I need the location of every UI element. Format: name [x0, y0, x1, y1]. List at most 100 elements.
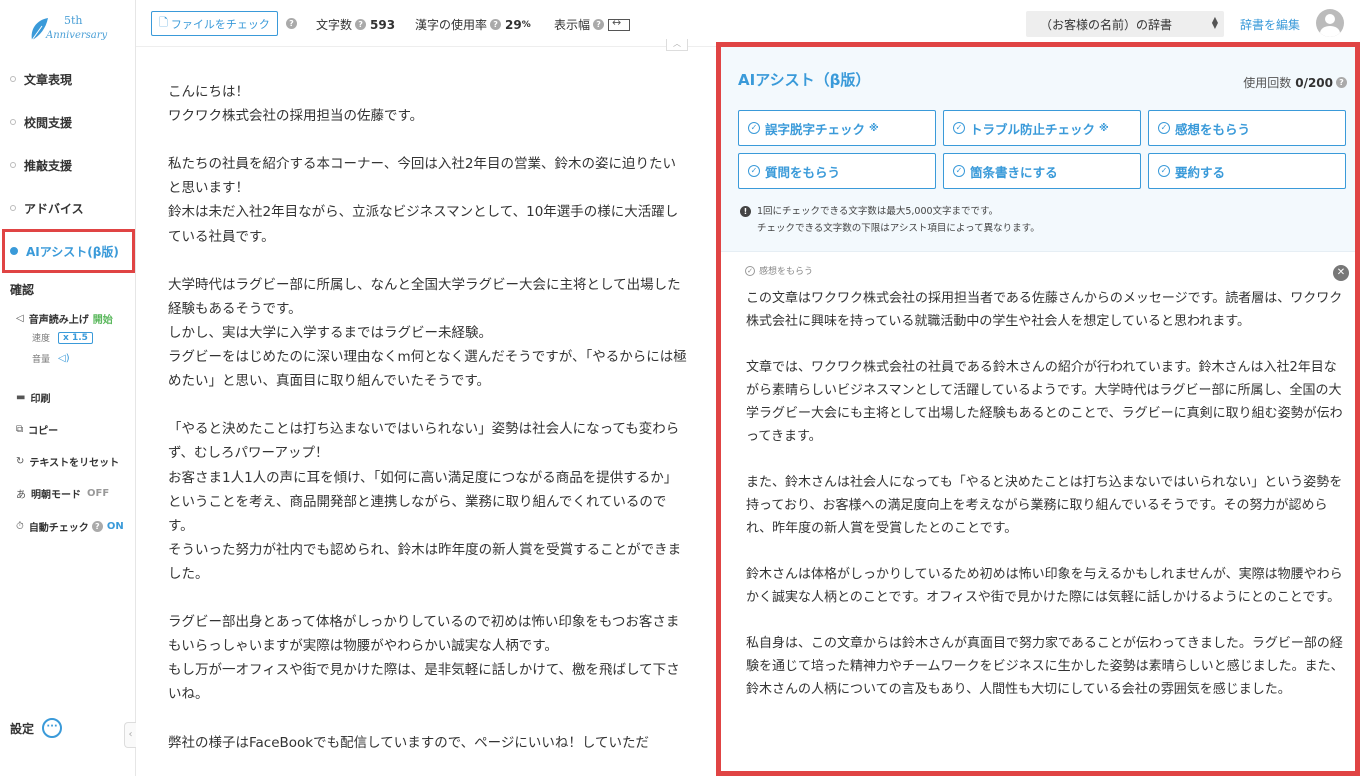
- note-line-2: チェックできる文字数の下限はアシスト項目によって異なります。: [757, 223, 1040, 234]
- scroll-up-button[interactable]: ︿: [666, 39, 688, 51]
- kanji-rate-label: 漢字の使用率: [415, 18, 488, 32]
- dictionary-select[interactable]: （お客様の名前）の辞書 ▲ ▼: [1026, 11, 1224, 37]
- nav-item-ai-assist[interactable]: AIアシスト(β版): [2, 229, 135, 273]
- more-icon[interactable]: ···: [42, 718, 63, 738]
- copy-button[interactable]: ⧉ コピー: [16, 422, 58, 437]
- nav-item-proofreading[interactable]: 校閲支援: [0, 107, 136, 137]
- nav-dot-icon: [10, 119, 16, 125]
- mincho-mode-toggle[interactable]: あ 明朝モード OFF: [16, 486, 109, 501]
- result-type-label: ✓ 感想をもらう: [745, 264, 813, 277]
- ai-result-text: この文章はワクワク株式会社の採用担当者である佐藤さんからのメッセージです。読者層…: [746, 291, 1344, 697]
- questions-button[interactable]: ✓ 質問をもらう: [738, 153, 936, 189]
- note-mark: ※: [869, 122, 879, 134]
- auto-check-state: ON: [106, 521, 124, 532]
- tts-start[interactable]: 開始: [93, 311, 113, 326]
- mincho-state: OFF: [87, 488, 110, 499]
- speed-row: 速度 x 1.5: [32, 331, 93, 344]
- logo-text: Anniversary: [46, 30, 108, 41]
- nav-label: AIアシスト(β版): [26, 244, 119, 259]
- confirm-section-title: 確認: [10, 283, 35, 297]
- display-width-label: 表示幅: [554, 18, 591, 32]
- char-limit-note: ! 1回にチェックできる文字数は最大5,000文字までです。 チェックできる文字数…: [740, 203, 1040, 237]
- ai-assist-header: AIアシスト（β版） 使用回数 0/200 ? ✓ 誤字脱字チェック ※ ✓ ト…: [721, 47, 1355, 252]
- speaker-icon: ◁: [16, 313, 24, 324]
- auto-check-toggle[interactable]: ⏱ 自動チェック ? ON: [16, 519, 124, 534]
- text-editor[interactable]: ︿ こんにちは！ ワクワク株式会社の採用担当の佐藤です。 私たちの社員を紹介する…: [136, 39, 716, 776]
- summarize-button[interactable]: ✓ 要約する: [1148, 153, 1346, 189]
- copy-icon: ⧉: [16, 424, 24, 435]
- typo-check-button[interactable]: ✓ 誤字脱字チェック ※: [738, 110, 936, 146]
- file-check-button[interactable]: 🗋 ファイルをチェック: [151, 11, 278, 36]
- nav-item-refinement[interactable]: 推敲支援: [0, 150, 136, 180]
- dictionary-value: （お客様の名前）の辞書: [1040, 17, 1173, 32]
- button-label: 質問をもらう: [765, 164, 841, 180]
- check-circle-icon: ✓: [745, 265, 755, 276]
- check-circle-icon: ✓: [953, 122, 965, 134]
- help-icon[interactable]: ?: [355, 19, 367, 30]
- button-label: 箇条書きにする: [970, 164, 1058, 180]
- editor-content[interactable]: こんにちは！ ワクワク株式会社の採用担当の佐藤です。 私たちの社員を紹介する本コ…: [168, 80, 688, 755]
- nav-item-advice[interactable]: アドバイス: [0, 193, 136, 223]
- button-label: 誤字脱字チェック: [765, 121, 866, 137]
- check-circle-icon: ✓: [748, 122, 760, 134]
- note-mark: ※: [1099, 122, 1109, 134]
- sidebar: 5th Anniversary 文章表現 校閲支援 推敲支援 アドバイス AIア…: [0, 0, 136, 776]
- usage-label: 使用回数: [1243, 76, 1292, 90]
- volume-icon[interactable]: ◁): [58, 353, 70, 364]
- help-icon[interactable]: ?: [286, 18, 297, 29]
- timer-icon: ⏱: [16, 521, 24, 532]
- nav-dot-icon: [10, 162, 16, 168]
- ai-assist-panel: AIアシスト（β版） 使用回数 0/200 ? ✓ 誤字脱字チェック ※ ✓ ト…: [716, 42, 1360, 776]
- reset-text-button[interactable]: ↻ テキストをリセット: [16, 454, 119, 469]
- button-label: トラブル防止チェック: [970, 121, 1096, 137]
- settings-label: 設定: [10, 721, 35, 736]
- close-result-button[interactable]: ✕: [1333, 265, 1349, 281]
- volume-row: 音量 ◁): [32, 352, 70, 365]
- help-icon[interactable]: ?: [1336, 77, 1347, 88]
- result-label-text: 感想をもらう: [759, 267, 814, 277]
- print-label: 印刷: [30, 394, 51, 405]
- bullet-points-button[interactable]: ✓ 箇条書きにする: [943, 153, 1141, 189]
- kanji-rate-value: 29: [505, 17, 522, 32]
- feedback-button[interactable]: ✓ 感想をもらう: [1148, 110, 1346, 146]
- trouble-check-button[interactable]: ✓ トラブル防止チェック ※: [943, 110, 1141, 146]
- help-icon[interactable]: ?: [490, 19, 502, 30]
- nav-label: 文章表現: [24, 72, 73, 87]
- tts-label: 音声読み上げ: [28, 315, 89, 326]
- help-icon[interactable]: ?: [593, 19, 605, 30]
- anniversary-logo: 5th Anniversary: [28, 14, 108, 44]
- speed-label: 速度: [32, 334, 51, 344]
- mincho-icon: あ: [16, 490, 26, 501]
- file-icon: 🗋: [159, 16, 168, 29]
- sidebar-collapse-button[interactable]: ‹: [124, 722, 136, 748]
- volume-label: 音量: [32, 355, 51, 365]
- panel-title: AIアシスト（β版）: [738, 71, 871, 89]
- speed-selector[interactable]: x 1.5: [58, 331, 93, 344]
- mincho-label: 明朝モード: [31, 490, 81, 501]
- nav-dot-icon: [10, 247, 18, 255]
- nav-label: 推敲支援: [24, 158, 73, 173]
- avatar[interactable]: [1316, 9, 1344, 37]
- nav-dot-icon: [10, 76, 16, 82]
- avatar-body: [1320, 26, 1340, 37]
- check-circle-icon: ✓: [1158, 122, 1170, 134]
- settings-button[interactable]: 設定 ···: [10, 718, 63, 738]
- note-line-1: 1回にチェックできる文字数は最大5,000文字までです。: [757, 206, 999, 217]
- check-circle-icon: ✓: [748, 165, 760, 177]
- select-arrow-icon: ▲ ▼: [1211, 15, 1218, 30]
- nav-dot-icon: [10, 205, 16, 211]
- tts-button[interactable]: ◁ 音声読み上げ 開始: [16, 311, 113, 326]
- button-label: 感想をもらう: [1175, 121, 1251, 137]
- edit-dictionary-link[interactable]: 辞書を編集: [1240, 16, 1300, 33]
- char-count-value: 593: [370, 17, 396, 32]
- help-icon[interactable]: ?: [91, 521, 103, 532]
- avatar-head: [1325, 14, 1335, 24]
- check-circle-icon: ✓: [953, 165, 965, 177]
- nav-item-expression[interactable]: 文章表現: [0, 64, 136, 94]
- usage-count: 使用回数 0/200 ?: [1243, 74, 1347, 91]
- width-toggle-icon[interactable]: [608, 16, 631, 31]
- nav-label: アドバイス: [24, 201, 84, 216]
- copy-label: コピー: [28, 426, 59, 437]
- print-button[interactable]: ▬ 印刷: [16, 390, 50, 405]
- printer-icon: ▬: [16, 392, 26, 403]
